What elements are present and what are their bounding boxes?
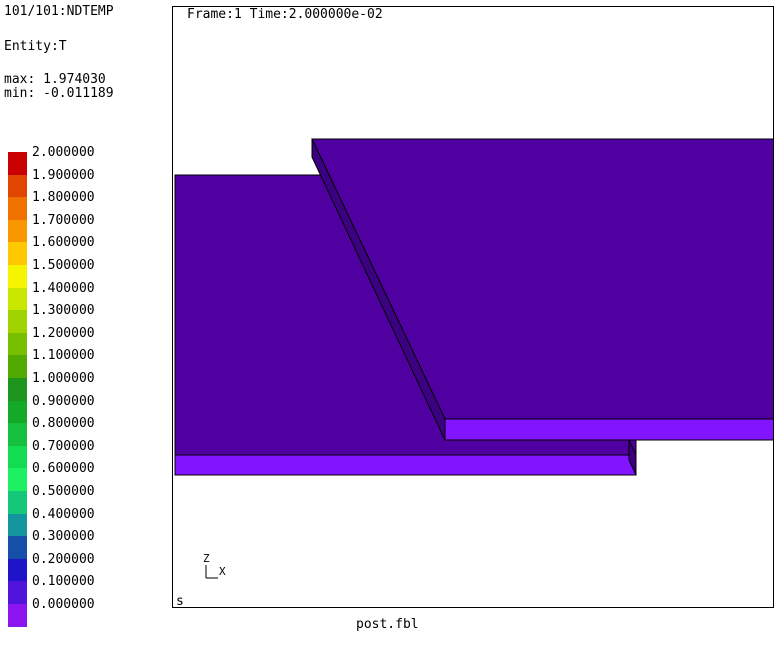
legend-swatch [8, 400, 27, 424]
legend-value-label: 0.900000 [32, 393, 95, 409]
legend-value-label: 0.500000 [32, 484, 95, 499]
legend-value-label: 0.200000 [32, 551, 95, 567]
lower-plate-front-face [174, 454, 637, 476]
legend-swatch [8, 265, 27, 288]
legend-value-label: 1.600000 [32, 235, 95, 251]
legend-value-label: 1.500000 [32, 258, 95, 273]
legend-value-label: 1.200000 [32, 325, 95, 341]
legend-swatch [8, 604, 27, 627]
legend-value-label: 1.800000 [32, 190, 95, 206]
legend-row: 0.000000 [8, 598, 138, 627]
legend-swatch [8, 332, 27, 356]
triad-x-label: X [219, 565, 226, 578]
legend-swatch [8, 468, 27, 492]
legend-value-label: 1.100000 [32, 348, 95, 364]
legend-swatch [8, 242, 27, 266]
legend-swatch [8, 445, 27, 469]
legend-value-label: 0.300000 [32, 529, 95, 545]
legend-value-label: 0.800000 [32, 416, 95, 432]
entity-label: Entity:T [4, 39, 67, 54]
legend-value-label: 1.900000 [32, 167, 95, 183]
legend-value-label: 1.400000 [32, 280, 95, 296]
axis-triad: Z X [203, 552, 226, 579]
legend-swatch [8, 287, 27, 311]
legend-swatch [8, 558, 27, 582]
legend-swatch [8, 174, 27, 198]
legend-value-label: 0.700000 [32, 438, 95, 454]
legend-swatch [8, 197, 27, 221]
triad-z-label: Z [203, 552, 210, 565]
legend-swatch [8, 219, 27, 243]
legend-value-label: 0.100000 [32, 574, 95, 590]
legend-value-label: 0.600000 [32, 461, 95, 477]
min-value: min: -0.011189 [4, 86, 114, 101]
legend-value-label: 1.300000 [32, 303, 95, 319]
legend-swatch [8, 355, 27, 379]
legend-swatch [8, 423, 27, 447]
legend-value-label: 0.400000 [32, 506, 95, 522]
status-indicator: s [176, 594, 184, 608]
legend-value-label: 1.000000 [32, 371, 95, 386]
result-title: 101/101:NDTEMP [4, 4, 114, 19]
legend-swatch [8, 310, 27, 334]
legend-swatch [8, 491, 27, 514]
file-name-label: post.fbl [356, 617, 419, 632]
model-scene: Z X [174, 138, 773, 579]
legend-swatch [8, 378, 27, 401]
legend-value-label: 1.700000 [32, 212, 95, 228]
legend-value-label: 2.000000 [32, 145, 95, 160]
legend-swatch [8, 536, 27, 560]
max-value: max: 1.974030 [4, 72, 106, 87]
legend-value-label: 0.000000 [32, 597, 95, 612]
graphics-viewport[interactable]: Frame:1 Time:2.000000e-02 Z X s [172, 6, 774, 608]
legend-swatch [8, 581, 27, 605]
upper-plate-front-face [444, 418, 773, 441]
legend-swatch [8, 152, 27, 175]
legend-swatch [8, 513, 27, 537]
